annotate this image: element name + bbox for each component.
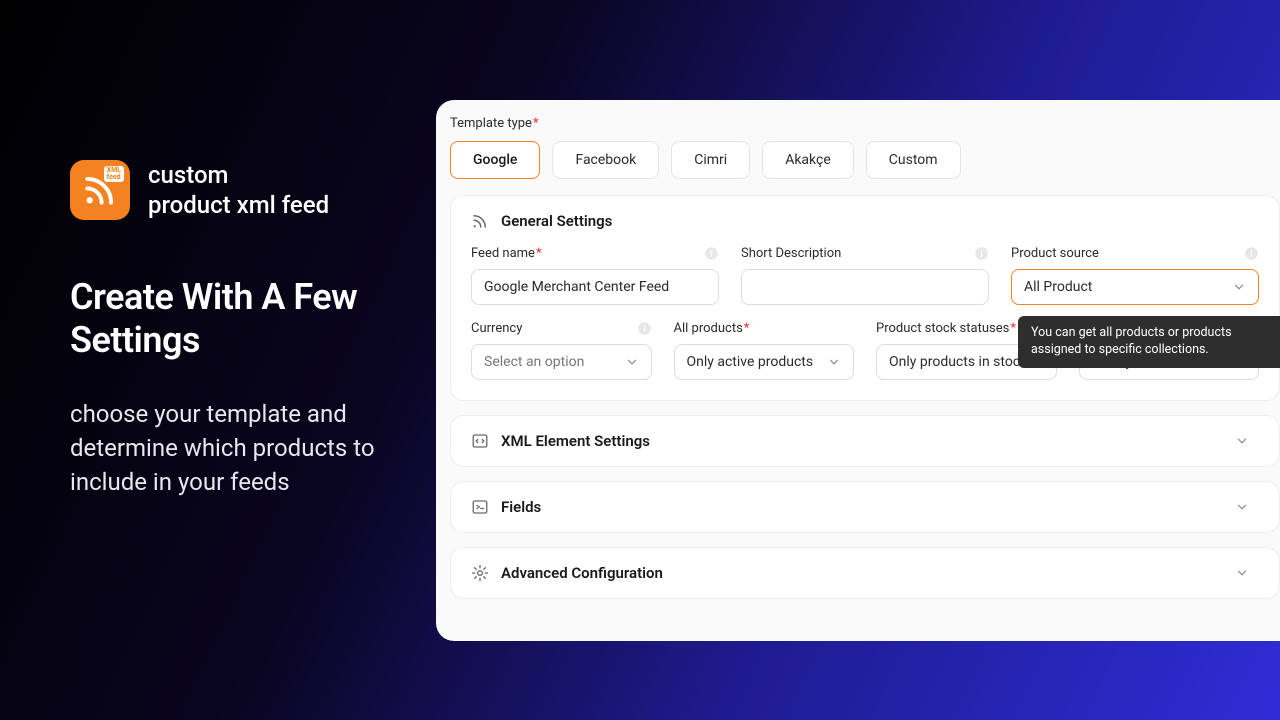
template-option-akakce[interactable]: Akakçe [762,141,854,179]
template-option-google[interactable]: Google [450,141,540,179]
fields-card: Fields [450,481,1280,533]
rss-feed-icon: XMLfeed [70,160,130,220]
template-option-custom[interactable]: Custom [866,141,961,179]
template-type-row: Template type* Google Facebook Cimri Aka… [450,116,1280,179]
xml-settings-title: XML Element Settings [501,432,650,450]
chevron-down-icon [1235,434,1249,448]
settings-panel: Template type* Google Facebook Cimri Aka… [436,100,1280,641]
general-settings-title: General Settings [501,212,612,230]
info-icon[interactable] [974,246,989,261]
currency-select[interactable]: Select an option [471,344,652,380]
code-brackets-icon [471,432,489,450]
chevron-down-icon [827,355,841,369]
advanced-config-header[interactable]: Advanced Configuration [451,548,1279,598]
template-option-cimri[interactable]: Cimri [671,141,750,179]
currency-field: Currency Select an option [471,321,652,380]
info-icon[interactable] [1244,246,1259,261]
info-icon[interactable] [637,321,652,336]
fields-header[interactable]: Fields [451,482,1279,532]
general-settings-header[interactable]: General Settings [451,196,1279,246]
chevron-down-icon [1232,280,1246,294]
app-name: custom product xml feed [148,160,329,220]
product-source-field: Product source All Product [1011,246,1259,305]
chevron-down-icon [1235,500,1249,514]
template-option-facebook[interactable]: Facebook [552,141,659,179]
info-icon[interactable] [704,246,719,261]
headline: Create With A Few Settings [70,276,400,362]
feed-name-input[interactable]: Google Merchant Center Feed [471,269,719,305]
fields-title: Fields [501,498,541,516]
gear-icon [471,564,489,582]
feed-name-field: Feed name* Google Merchant Center Feed [471,246,719,305]
all-products-select[interactable]: Only active products [674,344,855,380]
rss-icon [471,212,489,230]
short-description-input[interactable] [741,269,989,305]
chevron-down-icon [625,355,639,369]
template-type-label: Template type* [450,116,1280,131]
marketing-left-panel: XMLfeed custom product xml feed Create W… [70,160,400,499]
terminal-icon [471,498,489,516]
template-type-options: Google Facebook Cimri Akakçe Custom [450,141,1280,179]
xml-badge: XMLfeed [104,166,124,182]
subtext: choose your template and determine which… [70,398,400,499]
advanced-config-card: Advanced Configuration [450,547,1280,599]
general-settings-card: General Settings Feed name* Google Merch… [450,195,1280,401]
product-source-select[interactable]: All Product [1011,269,1259,305]
chevron-down-icon [1235,566,1249,580]
short-description-field: Short Description [741,246,989,305]
all-products-field: All products* Only active products [674,321,855,380]
advanced-config-title: Advanced Configuration [501,564,663,582]
xml-settings-header[interactable]: XML Element Settings [451,416,1279,466]
app-brand-row: XMLfeed custom product xml feed [70,160,400,220]
product-source-tooltip: You can get all products or products ass… [1018,316,1280,368]
xml-settings-card: XML Element Settings [450,415,1280,467]
